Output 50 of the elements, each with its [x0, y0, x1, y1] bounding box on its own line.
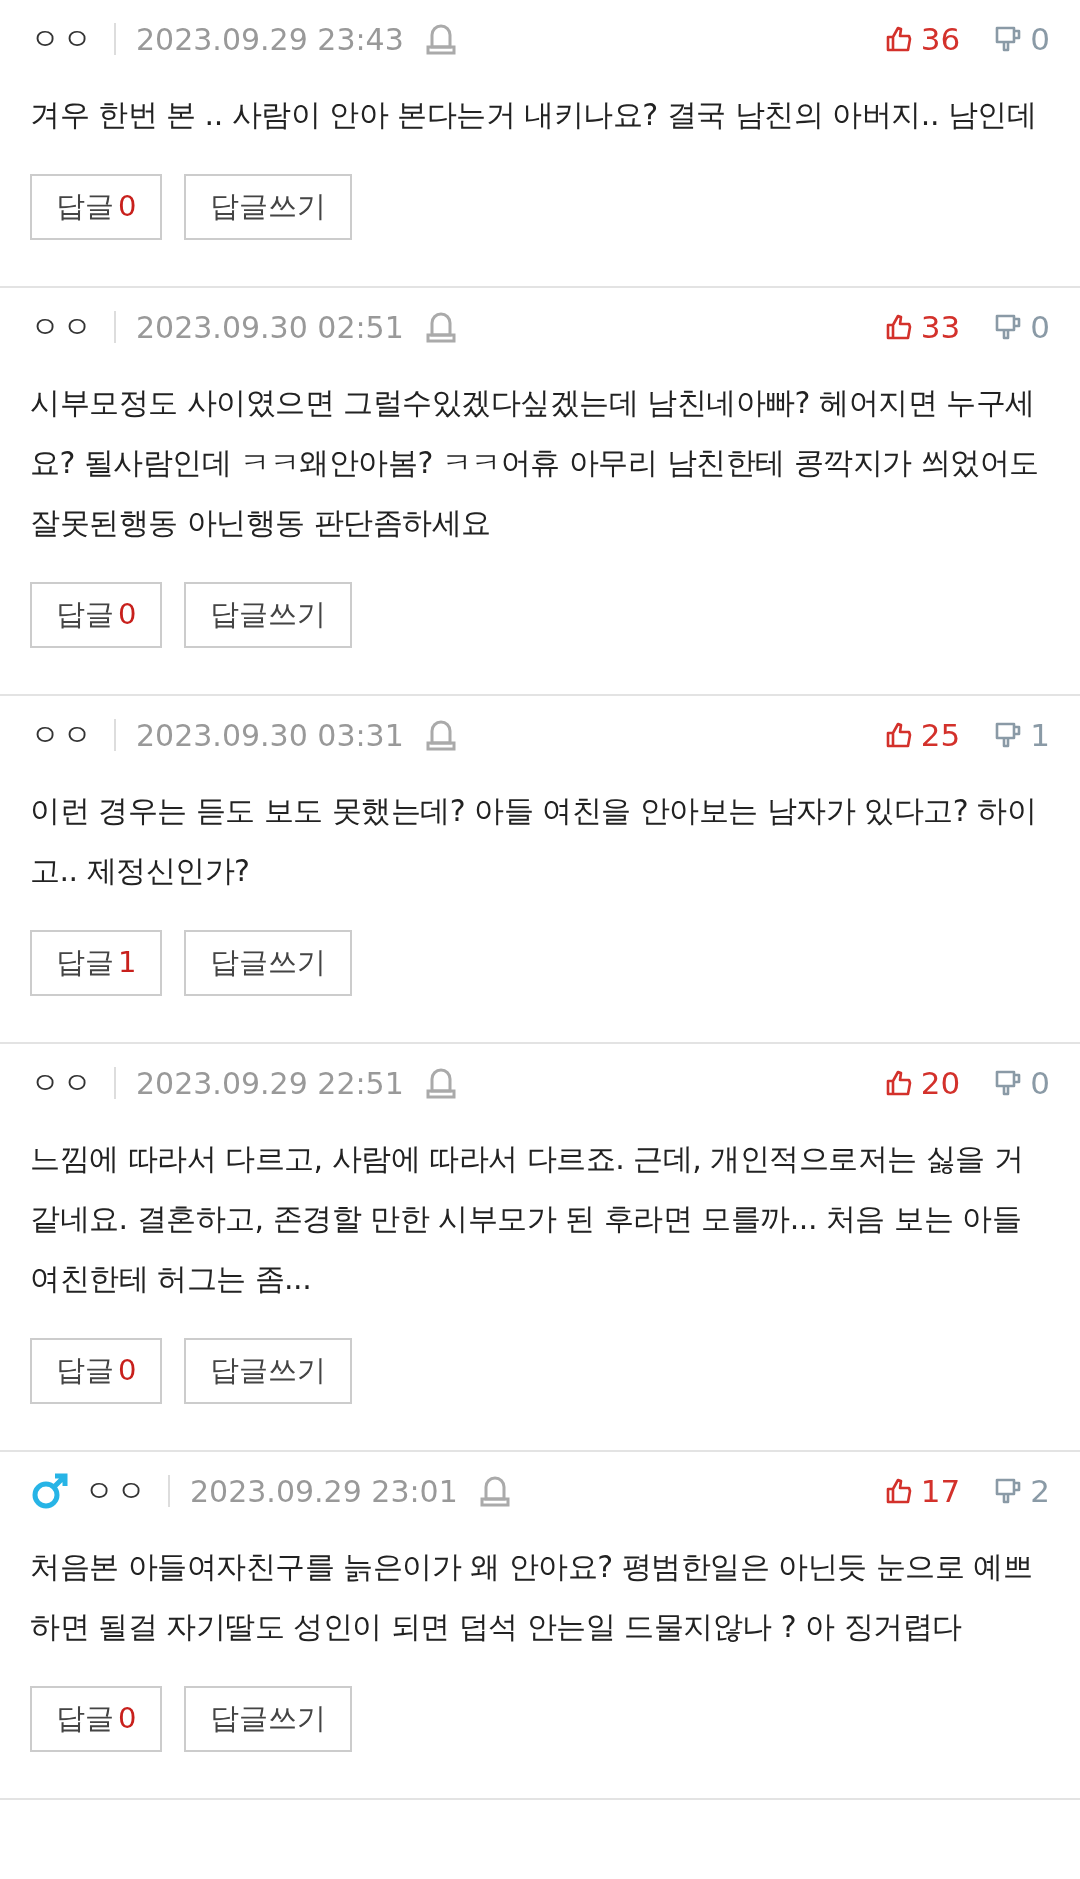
like-count: 20	[920, 1065, 961, 1101]
thumbs-up-icon[interactable]	[884, 313, 913, 341]
write-reply-button[interactable]: 답글쓰기	[184, 1338, 353, 1404]
comment-text: 느낌에 따라서 다르고, 사람에 따라서 다르죠. 근데, 개인적으로저는 싫을 거 같네요. 결혼하고, 존경할 만한 시부모가 된 후라면 모를까... 처음 보는 아들 여친한테 허그는 좀...	[30, 1140, 1025, 1298]
comment-date: 2023.09.29 23:01	[190, 1473, 458, 1509]
write-reply-button[interactable]: 답글쓰기	[184, 1686, 353, 1752]
write-reply-button[interactable]: 답글쓰기	[184, 174, 353, 240]
replies-button[interactable]: 답글 1	[30, 930, 163, 996]
thumbs-down-icon[interactable]	[994, 313, 1023, 341]
replies-button[interactable]: 답글 0	[30, 174, 163, 240]
like-count: 33	[920, 309, 961, 345]
thumbs-down-icon[interactable]	[994, 1477, 1023, 1505]
comment-text: 겨우 한번 본 .. 사람이 안아 본다는거 내키나요? 결국 남친의 아버지.. 남인데	[30, 96, 1038, 134]
comment-text: 처음본 아들여자친구를 늙은이가 왜 안아요? 평범한일은 아닌듯 눈으로 예쁘하면 될걸 자기딸도 성인이 되면 덥석 안는일 드물지않나 ? 아 징거렵다	[30, 1548, 1034, 1646]
comment-date: 2023.09.29 23:43	[136, 21, 404, 57]
report-siren-icon[interactable]	[425, 23, 456, 55]
comment-date: 2023.09.29 22:51	[136, 1065, 404, 1101]
thumbs-up-icon[interactable]	[884, 25, 913, 53]
report-siren-icon[interactable]	[425, 719, 456, 751]
replies-button[interactable]: 답글 0	[30, 1686, 163, 1752]
dislike-count: 1	[1030, 717, 1050, 753]
thumbs-down-icon[interactable]	[994, 1069, 1023, 1097]
comment-date: 2023.09.30 02:51	[136, 309, 404, 345]
thumbs-up-icon[interactable]	[884, 1069, 913, 1097]
author-name: ㅇㅇ	[30, 307, 94, 346]
dislike-count: 0	[1030, 21, 1050, 57]
replies-button[interactable]: 답글 0	[30, 1338, 163, 1404]
dislike-count: 2	[1030, 1473, 1050, 1509]
write-reply-button[interactable]: 답글쓰기	[184, 930, 353, 996]
dislike-count: 0	[1030, 309, 1050, 345]
thumbs-up-icon[interactable]	[884, 1477, 913, 1505]
report-siren-icon[interactable]	[479, 1475, 510, 1507]
report-siren-icon[interactable]	[425, 1067, 456, 1099]
author-name: ㅇㅇ	[30, 1063, 94, 1102]
comment-text: 시부모정도 사이였으면 그럴수있겠다싶겠는데 남친네아빠? 헤어지면 누구세요? 될사람인데 ㅋㅋ왜안아봄? ㅋㅋ어휴 아무리 남친한테 콩깍지가 씌었어도 잘못된행동 아닌행동 판단좀하세요	[30, 384, 1040, 542]
author-name: ㅇㅇ	[84, 1471, 148, 1510]
like-count: 25	[920, 717, 961, 753]
write-reply-button[interactable]: 답글쓰기	[184, 582, 353, 648]
author-name: ㅇㅇ	[30, 715, 94, 754]
like-count: 36	[920, 21, 961, 57]
thumbs-down-icon[interactable]	[994, 25, 1023, 53]
report-siren-icon[interactable]	[425, 311, 456, 343]
like-count: 17	[920, 1473, 961, 1509]
comment-text: 이런 경우는 듣도 보도 못했는데? 아들 여친을 안아보는 남자가 있다고? 하이고.. 제정신인가?	[30, 792, 1038, 890]
replies-button[interactable]: 답글 0	[30, 582, 163, 648]
comment-date: 2023.09.30 03:31	[136, 717, 404, 753]
author-name: ㅇㅇ	[30, 19, 94, 58]
thumbs-down-icon[interactable]	[994, 721, 1023, 749]
dislike-count: 0	[1030, 1065, 1050, 1101]
thumbs-up-icon[interactable]	[884, 721, 913, 749]
